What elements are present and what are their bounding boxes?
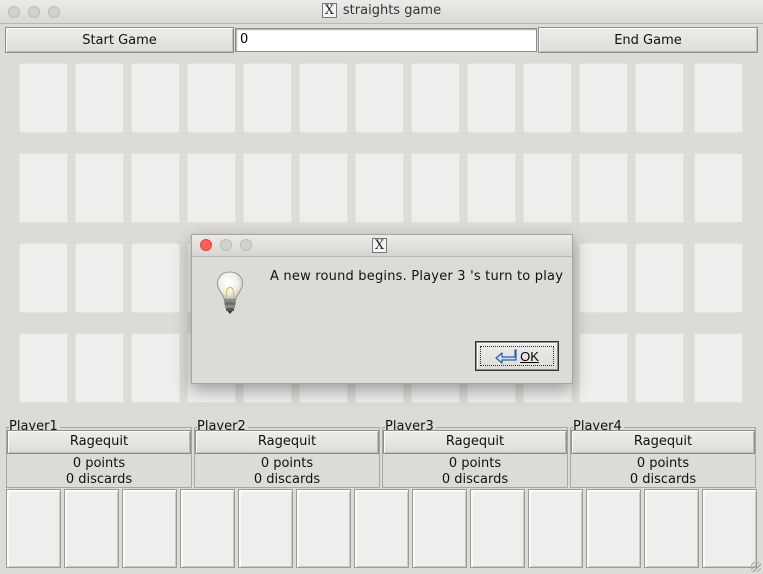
table-card-slot	[694, 243, 743, 313]
window-title: straights game	[342, 3, 442, 18]
table-card-slot	[131, 243, 180, 313]
dialog-titlebar[interactable]: X	[192, 235, 572, 257]
window-titlebar[interactable]: X straights game	[0, 0, 763, 24]
dialog-minimize-button[interactable]	[220, 239, 232, 251]
table-card-slot	[355, 63, 404, 133]
hand-card-button[interactable]	[64, 489, 119, 568]
hand-card-button[interactable]	[412, 489, 467, 568]
table-card-slot	[411, 153, 460, 223]
dialog-maximize-button[interactable]	[240, 239, 252, 251]
table-card-slot	[694, 153, 743, 223]
table-card-slot	[131, 63, 180, 133]
dialog-controls	[200, 239, 252, 251]
table-card-slot	[579, 333, 628, 403]
player-discards: 0 discards	[629, 472, 697, 487]
table-card-slot	[694, 333, 743, 403]
table-card-slot	[694, 63, 743, 133]
new-round-dialog: X A new round begins. Player 3 's turn t…	[191, 234, 573, 384]
hand-card-button[interactable]	[238, 489, 293, 568]
ragequit-button-player1[interactable]: Ragequit	[7, 430, 191, 454]
table-card-slot	[243, 153, 292, 223]
table-card-slot	[467, 153, 516, 223]
end-game-button[interactable]: End Game	[538, 27, 758, 53]
dialog-close-button[interactable]	[200, 239, 212, 251]
player-panel-3: Player3 Ragequit 0 points 0 discards	[382, 420, 568, 488]
player-points: 0 points	[72, 456, 126, 471]
player-points: 0 points	[636, 456, 690, 471]
x11-icon: X	[372, 238, 387, 253]
table-card-slot	[131, 153, 180, 223]
table-card-slot	[19, 333, 68, 403]
table-card-slot	[19, 153, 68, 223]
return-arrow-icon	[495, 349, 517, 364]
table-card-slot	[467, 63, 516, 133]
player-discards: 0 discards	[441, 472, 509, 487]
table-card-slot	[355, 153, 404, 223]
hand-card-button[interactable]	[702, 489, 757, 568]
table-card-slot	[635, 153, 684, 223]
window-title-group: X straights game	[0, 3, 763, 18]
table-card-slot	[635, 243, 684, 313]
table-card-slot	[635, 333, 684, 403]
table-card-slot	[187, 63, 236, 133]
table-card-slot	[187, 153, 236, 223]
table-card-slot	[75, 63, 124, 133]
table-card-slot	[299, 63, 348, 133]
hand-card-button[interactable]	[644, 489, 699, 568]
dialog-message: A new round begins. Player 3 's turn to …	[270, 269, 564, 284]
player-discards: 0 discards	[253, 472, 321, 487]
hand-card-button[interactable]	[354, 489, 409, 568]
player-discards: 0 discards	[65, 472, 133, 487]
table-card-slot	[579, 63, 628, 133]
table-card-slot	[411, 63, 460, 133]
ragequit-button-player4[interactable]: Ragequit	[571, 430, 755, 454]
table-card-slot	[75, 153, 124, 223]
lightbulb-icon	[217, 271, 243, 314]
player-panel-4: Player4 Ragequit 0 points 0 discards	[570, 420, 756, 488]
player-panel-1: Player1 Ragequit 0 points 0 discards	[6, 420, 192, 488]
ok-button[interactable]: OK	[475, 341, 559, 371]
hand-card-button[interactable]	[528, 489, 583, 568]
table-card-slot	[635, 63, 684, 133]
table-card-slot	[579, 243, 628, 313]
hand-card-button[interactable]	[586, 489, 641, 568]
ok-label: OK	[520, 348, 539, 364]
hand-card-button[interactable]	[6, 489, 61, 568]
table-card-slot	[19, 243, 68, 313]
x11-icon: X	[321, 3, 337, 18]
table-card-slot	[243, 63, 292, 133]
hand-card-button[interactable]	[296, 489, 351, 568]
start-game-button[interactable]: Start Game	[5, 27, 234, 53]
player-points: 0 points	[448, 456, 502, 471]
hand-card-button[interactable]	[470, 489, 525, 568]
table-card-slot	[299, 153, 348, 223]
ok-button-inner: OK	[480, 346, 554, 366]
resize-grip-icon[interactable]	[751, 562, 761, 572]
table-card-slot	[19, 63, 68, 133]
table-card-slot	[131, 333, 180, 403]
table-card-slot	[75, 333, 124, 403]
table-card-slot	[579, 153, 628, 223]
ragequit-button-player3[interactable]: Ragequit	[383, 430, 567, 454]
hand-card-button[interactable]	[122, 489, 177, 568]
seed-input[interactable]: 0	[235, 28, 537, 52]
hand-card-button[interactable]	[180, 489, 235, 568]
table-card-slot	[523, 63, 572, 133]
table-card-slot	[75, 243, 124, 313]
player-points: 0 points	[260, 456, 314, 471]
ragequit-button-player2[interactable]: Ragequit	[195, 430, 379, 454]
player-panel-2: Player2 Ragequit 0 points 0 discards	[194, 420, 380, 488]
table-card-slot	[523, 153, 572, 223]
